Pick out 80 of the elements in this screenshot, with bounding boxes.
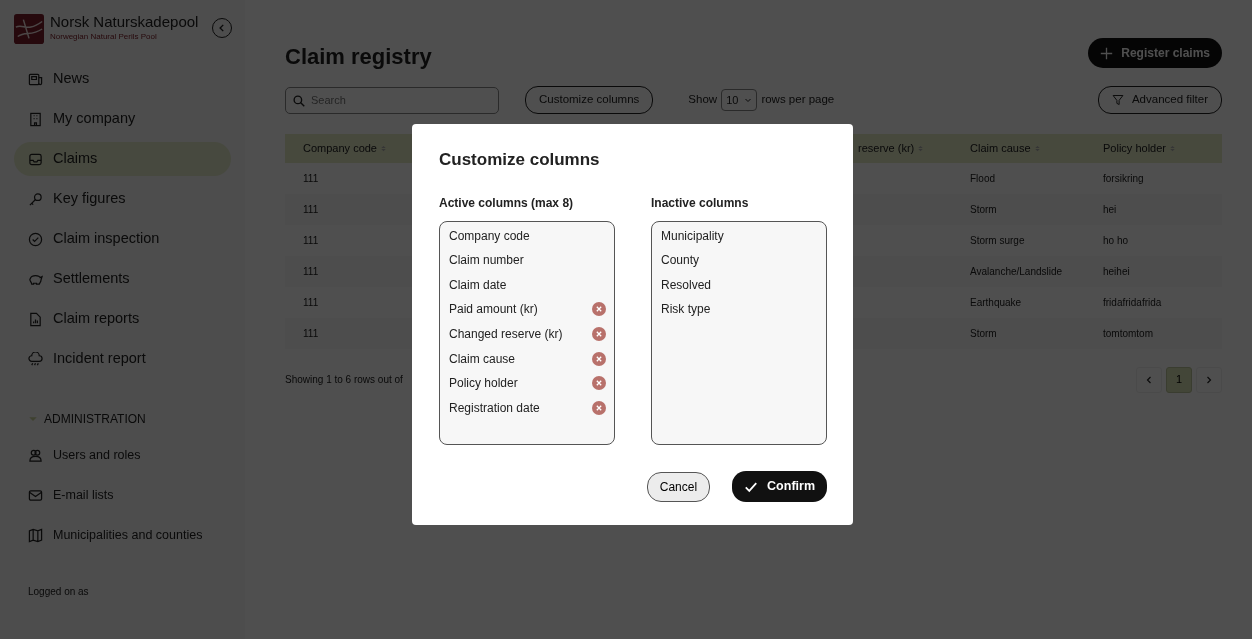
key-icon [28, 191, 43, 207]
remove-icon[interactable] [592, 400, 606, 415]
filter-icon [1111, 94, 1124, 106]
table-cell: 111 [303, 327, 319, 339]
sidebar-item[interactable]: My company [14, 102, 231, 136]
cancel-button[interactable]: Cancel [646, 471, 711, 502]
remove-icon[interactable] [592, 376, 606, 391]
remove-icon[interactable] [592, 327, 606, 342]
page-title: Claim registry [285, 44, 432, 71]
list-item[interactable]: Municipality [661, 226, 724, 245]
building-icon [28, 111, 43, 127]
list-heading: Active columns (max 8) [439, 195, 575, 213]
chevron-left-icon [1145, 375, 1153, 384]
table-cell: Storm surge [970, 234, 1025, 246]
confirm-button[interactable]: Confirm [732, 471, 827, 503]
table-cell: Earthquake [970, 296, 1022, 308]
sidebar-item[interactable]: Incident report [14, 342, 231, 376]
table-cell: ho ho [1103, 234, 1129, 246]
show-label: Show [688, 92, 718, 108]
remove-icon[interactable] [592, 351, 606, 366]
list-item[interactable]: Policy holder [449, 374, 518, 393]
list-item[interactable]: Risk type [661, 300, 711, 319]
sidebar-item[interactable]: News [14, 62, 231, 96]
sidebar-item[interactable]: Claims [14, 142, 231, 176]
dialog-title: Customize columns [439, 150, 601, 171]
cloud-rain-icon [28, 351, 43, 367]
table-cell: 111 [303, 172, 319, 184]
rows-per-page-label: rows per page [761, 92, 835, 108]
plus-icon [1100, 46, 1114, 60]
table-cell: 111 [303, 234, 319, 246]
document-chart-icon [28, 311, 43, 327]
sidebar-item[interactable]: Settlements [14, 262, 231, 296]
brand-name: Norsk Naturskadepool [50, 14, 199, 31]
list-item[interactable]: Claim cause [449, 349, 516, 368]
sidebar-item[interactable]: Municipalities and counties [14, 518, 231, 552]
list-item[interactable]: Company code [449, 226, 530, 245]
page-size-select[interactable]: 10 [721, 88, 758, 112]
list-item[interactable]: Paid amount (kr) [449, 300, 538, 319]
map-icon [28, 527, 43, 543]
table-cell: fridafridafrida [1103, 296, 1162, 308]
sidebar-item[interactable]: Claim inspection [14, 222, 231, 256]
table-cell: hei [1103, 203, 1117, 215]
logo-icon [14, 14, 44, 44]
table-cell: 111 [303, 265, 319, 277]
list-item[interactable]: Claim date [449, 275, 507, 294]
check-circle-icon [28, 231, 43, 247]
table-cell: forsikring [1103, 172, 1144, 184]
sidebar-item[interactable]: Users and roles [14, 438, 231, 472]
register-claims-button[interactable]: Register claims [1088, 38, 1222, 68]
table-cell: Storm [970, 203, 997, 215]
users-icon [28, 447, 43, 463]
list-item[interactable]: Changed reserve (kr) [449, 325, 563, 344]
advanced-filter-button[interactable]: Advanced filter [1097, 86, 1222, 114]
remove-icon[interactable] [592, 302, 606, 317]
table-cell: 111 [303, 203, 319, 215]
page-button[interactable]: 1 [1166, 366, 1192, 393]
envelope-icon [28, 487, 43, 503]
list-heading: Inactive columns [651, 195, 750, 213]
table-cell: Storm [970, 327, 997, 339]
table-footer-text: Showing 1 to 6 rows out of [285, 373, 403, 388]
chevron-right-icon [1205, 375, 1213, 384]
list-item[interactable]: County [661, 251, 700, 270]
logged-on-label: Logged on as [28, 585, 89, 599]
chevron-down-icon [744, 96, 753, 104]
table-cell: Flood [970, 172, 995, 184]
inbox-icon [28, 151, 43, 167]
table-cell: 111 [303, 296, 319, 308]
sidebar-item[interactable]: E-mail lists [14, 478, 231, 512]
customize-columns-button[interactable]: Customize columns [525, 86, 654, 114]
list-item[interactable]: Claim number [449, 251, 524, 270]
administration-section-toggle[interactable]: ADMINISTRATION [28, 410, 146, 428]
sidebar-item[interactable]: Claim reports [14, 302, 231, 336]
list-item[interactable]: Registration date [449, 398, 540, 417]
list-item[interactable]: Resolved [661, 275, 712, 294]
table-cell: tomtomtom [1103, 327, 1153, 339]
search-icon [293, 94, 305, 107]
sidebar-item[interactable]: Key figures [14, 182, 231, 216]
table-cell: Avalanche/Landslide [970, 265, 1063, 277]
table-cell: heihei [1103, 265, 1130, 277]
newspaper-icon [28, 71, 43, 87]
